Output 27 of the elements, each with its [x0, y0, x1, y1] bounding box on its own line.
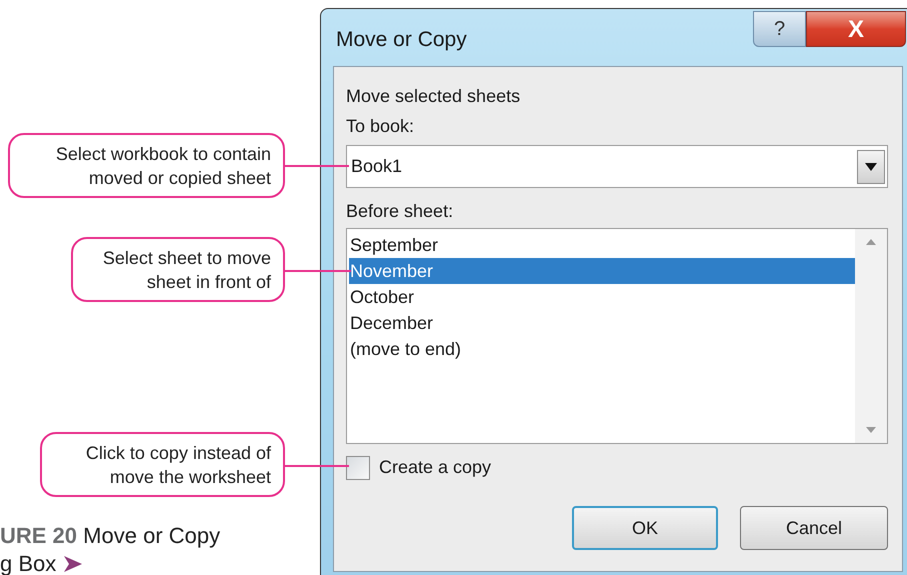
- figure-title: Move or Copy: [83, 523, 220, 548]
- book-dropdown[interactable]: Book1: [346, 145, 888, 188]
- close-button[interactable]: X: [806, 11, 906, 47]
- sheet-list-item[interactable]: September: [349, 232, 855, 258]
- arrowhead-icon: [64, 556, 82, 572]
- sheet-list-item[interactable]: December: [349, 310, 855, 336]
- sheet-list-item[interactable]: November: [349, 258, 855, 284]
- leader-line: [285, 270, 351, 272]
- scroll-up-icon[interactable]: [866, 239, 876, 245]
- before-sheet-label: Before sheet:: [346, 200, 454, 223]
- window-title: Move or Copy: [336, 27, 467, 53]
- cancel-button[interactable]: Cancel: [740, 506, 888, 550]
- callout: Select sheet to move sheet in front of: [71, 237, 285, 302]
- ok-button[interactable]: OK: [572, 506, 718, 550]
- sheet-list-item[interactable]: October: [349, 284, 855, 310]
- heading-label: Move selected sheets: [346, 85, 522, 108]
- scroll-down-icon[interactable]: [866, 427, 876, 433]
- callout: Select workbook to contain moved or copied sheet: [8, 133, 285, 198]
- checkbox[interactable]: [346, 456, 370, 480]
- leader-line: [285, 165, 349, 167]
- leader-line: [285, 465, 349, 467]
- callout: Click to copy instead of move the worksheet: [40, 432, 285, 497]
- help-button[interactable]: ?: [753, 11, 806, 47]
- sheet-list-item[interactable]: (move to end): [349, 336, 855, 362]
- to-book-label: To book:: [346, 115, 416, 138]
- checkbox-label: Create a copy: [379, 456, 492, 479]
- figure-label: URE 20: [0, 523, 78, 548]
